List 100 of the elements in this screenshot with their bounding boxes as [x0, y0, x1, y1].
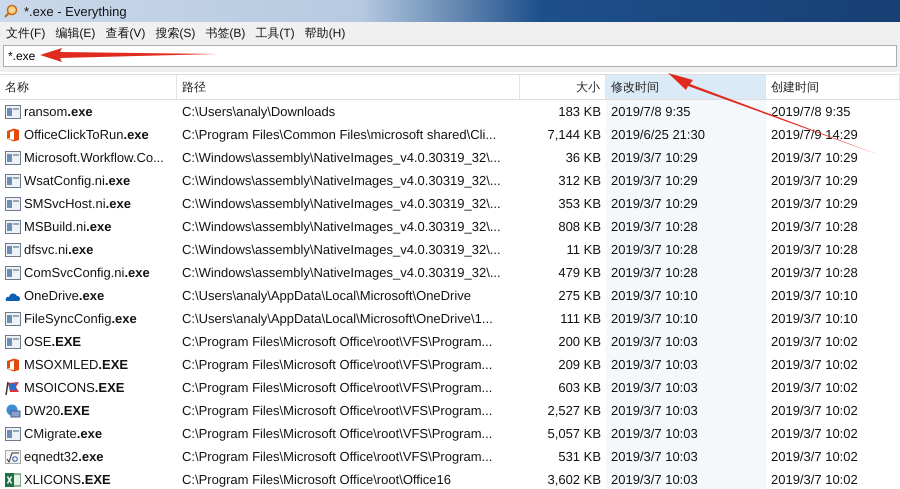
date-time: 2019/7/8 9:35 [771, 104, 851, 119]
file-path: C:\Windows\assembly\NativeImages_v4.0.30319_32\... [182, 173, 501, 188]
date-time: 2019/3/7 10:10 [611, 311, 698, 326]
file-name: CMigrate.exe [24, 426, 102, 441]
menu-item[interactable]: 工具(T) [255, 24, 295, 42]
file-path: C:\Users\analy\AppData\Local\Microsoft\OneDrive [182, 288, 472, 303]
file-name: MSOXMLED.EXE [24, 357, 128, 372]
file-path: C:\Program Files\Microsoft Office\root\VFS\Program... [182, 403, 492, 418]
file-path: C:\Windows\assembly\NativeImages_v4.0.30319_32\... [182, 219, 501, 234]
application-icon [5, 196, 21, 210]
window-title: *.exe - Everything [24, 4, 127, 18]
date-time: 2019/3/7 10:29 [771, 173, 858, 188]
spreadsheet-icon [5, 472, 21, 486]
date-time: 2019/3/7 10:03 [611, 380, 698, 395]
menu-item[interactable]: 搜索(S) [155, 24, 196, 42]
application-icon [5, 150, 21, 164]
file-path: C:\Program Files\Microsoft Office\root\VFS\Program... [182, 380, 492, 395]
search-field[interactable]: *.exe [3, 45, 897, 67]
date-time: 2019/3/7 10:28 [771, 219, 858, 234]
file-name: OfficeClickToRun.exe [24, 127, 149, 142]
file-path: C:\Users\analy\AppData\Local\Microsoft\OneDrive\1... [182, 311, 493, 326]
file-name: MSOICONS.EXE [24, 380, 124, 395]
column-header[interactable]: 修改时间 [606, 75, 766, 99]
office-icon [5, 128, 21, 142]
file-size: 603 KB [558, 380, 601, 395]
file-path: C:\Users\analy\Downloads [182, 104, 336, 119]
date-time: 2019/3/7 10:03 [611, 334, 698, 349]
date-time: 2019/3/7 10:03 [611, 449, 698, 464]
file-size: 5,057 KB [548, 426, 601, 441]
date-time: 2019/3/7 10:29 [771, 150, 858, 165]
file-name: OSE.EXE [24, 334, 82, 349]
file-size: 312 KB [558, 173, 601, 188]
file-path: C:\Windows\assembly\NativeImages_v4.0.30319_32\... [182, 242, 501, 257]
file-path: C:\Windows\assembly\NativeImages_v4.0.30319_32\... [182, 265, 501, 280]
file-size: 808 KB [558, 219, 601, 234]
file-path: C:\Program Files\Microsoft Office\root\VFS\Program... [182, 449, 492, 464]
file-path: C:\Windows\assembly\NativeImages_v4.0.30319_32\... [182, 196, 501, 211]
date-time: 2019/3/7 10:03 [611, 357, 698, 372]
date-time: 2019/7/9 14:29 [771, 127, 858, 142]
file-path: C:\Program Files\Microsoft Office\root\VFS\Program... [182, 426, 492, 441]
menu-item[interactable]: 文件(F) [6, 24, 46, 42]
date-time: 2019/3/7 10:02 [771, 380, 858, 395]
date-time: 2019/3/7 10:28 [771, 242, 858, 257]
menu-item[interactable]: 帮助(H) [304, 24, 346, 42]
file-size: 183 KB [558, 104, 601, 119]
date-time: 2019/3/7 10:03 [611, 472, 698, 487]
file-name: SMSvcHost.ni.exe [24, 196, 131, 211]
menu-item[interactable]: 查看(V) [105, 24, 146, 42]
file-size: 7,144 KB [548, 127, 601, 142]
date-time: 2019/3/7 10:29 [771, 196, 858, 211]
file-size: 2,527 KB [548, 403, 601, 418]
date-time: 2019/3/7 10:28 [611, 219, 698, 234]
office-icon [5, 358, 21, 372]
file-size: 353 KB [558, 196, 601, 211]
date-time: 2019/3/7 10:02 [771, 334, 858, 349]
date-time: 2019/3/7 10:10 [771, 288, 858, 303]
file-name: ransom.exe [24, 104, 93, 119]
application-icon [5, 242, 21, 256]
date-time: 2019/3/7 10:02 [771, 472, 858, 487]
application-icon [5, 220, 21, 234]
date-time: 2019/3/7 10:02 [771, 357, 858, 372]
file-path: C:\Program Files\Common Files\microsoft shared\Cli... [182, 127, 496, 142]
menu-item[interactable]: 编辑(E) [55, 24, 96, 42]
file-size: 111 KB [560, 311, 601, 326]
application-icon [5, 426, 21, 440]
file-name: DW20.EXE [24, 403, 90, 418]
date-time: 2019/3/7 10:28 [611, 242, 698, 257]
file-size: 531 KB [558, 449, 601, 464]
file-name: eqnedt32.exe [24, 449, 104, 464]
file-name: XLICONS.EXE [24, 472, 111, 487]
file-path: C:\Program Files\Microsoft Office\root\Office16 [182, 472, 451, 487]
file-name: Microsoft.Workflow.Co... [24, 150, 164, 165]
date-time: 2019/3/7 10:03 [611, 403, 698, 418]
date-time: 2019/3/7 10:02 [771, 449, 858, 464]
date-time: 2019/3/7 10:29 [611, 196, 698, 211]
magnifier-icon [4, 4, 18, 18]
date-time: 2019/3/7 10:28 [611, 265, 698, 280]
file-size: 11 KB [566, 242, 601, 257]
file-name: FileSyncConfig.exe [24, 311, 137, 326]
date-time: 2019/3/7 10:10 [771, 311, 858, 326]
date-time: 2019/3/7 10:02 [771, 426, 858, 441]
file-name: WsatConfig.ni.exe [24, 173, 130, 188]
date-time: 2019/3/7 10:10 [611, 288, 698, 303]
file-size: 200 KB [558, 334, 601, 349]
date-time: 2019/3/7 10:02 [771, 403, 858, 418]
file-name: dfsvc.ni.exe [24, 242, 94, 257]
file-size: 275 KB [558, 288, 601, 303]
date-time: 2019/3/7 10:29 [611, 173, 698, 188]
flag-icon [5, 380, 21, 394]
file-path: C:\Program Files\Microsoft Office\root\VFS\Program... [182, 357, 492, 372]
application-icon [5, 104, 21, 118]
menu-item[interactable]: 书签(B) [205, 24, 246, 42]
file-path: C:\Program Files\Microsoft Office\root\VFS\Program... [182, 334, 492, 349]
date-time: 2019/3/7 10:03 [611, 426, 698, 441]
application-icon [5, 312, 21, 326]
date-time: 2019/3/7 10:29 [611, 150, 698, 165]
application-icon [5, 334, 21, 348]
file-name: OneDrive.exe [24, 288, 104, 303]
application-icon [5, 174, 21, 188]
globe-icon [5, 404, 21, 418]
